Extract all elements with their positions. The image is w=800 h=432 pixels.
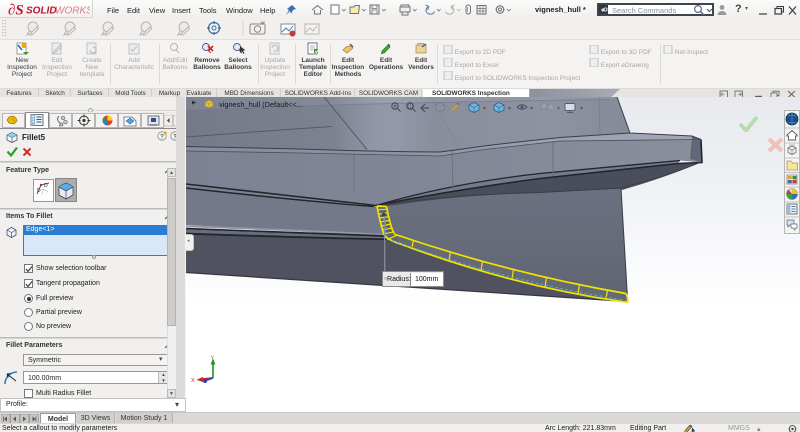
svg-text:▾: ▾ [580,106,583,112]
svg-text:X: X [191,378,195,384]
svg-text:Y: Y [211,356,215,362]
svg-text:?: ? [160,133,164,140]
svg-text:D: D [44,183,48,189]
svg-text:∂S: ∂S [8,3,24,18]
svg-text:D: D [37,188,41,194]
svg-text:▾: ▾ [508,106,511,112]
svg-text:WORKS: WORKS [55,6,90,17]
svg-text:SOLID: SOLID [26,6,57,17]
svg-text:▾: ▾ [530,106,533,112]
svg-text:▾: ▾ [483,106,486,112]
svg-text:▾: ▾ [557,106,560,112]
